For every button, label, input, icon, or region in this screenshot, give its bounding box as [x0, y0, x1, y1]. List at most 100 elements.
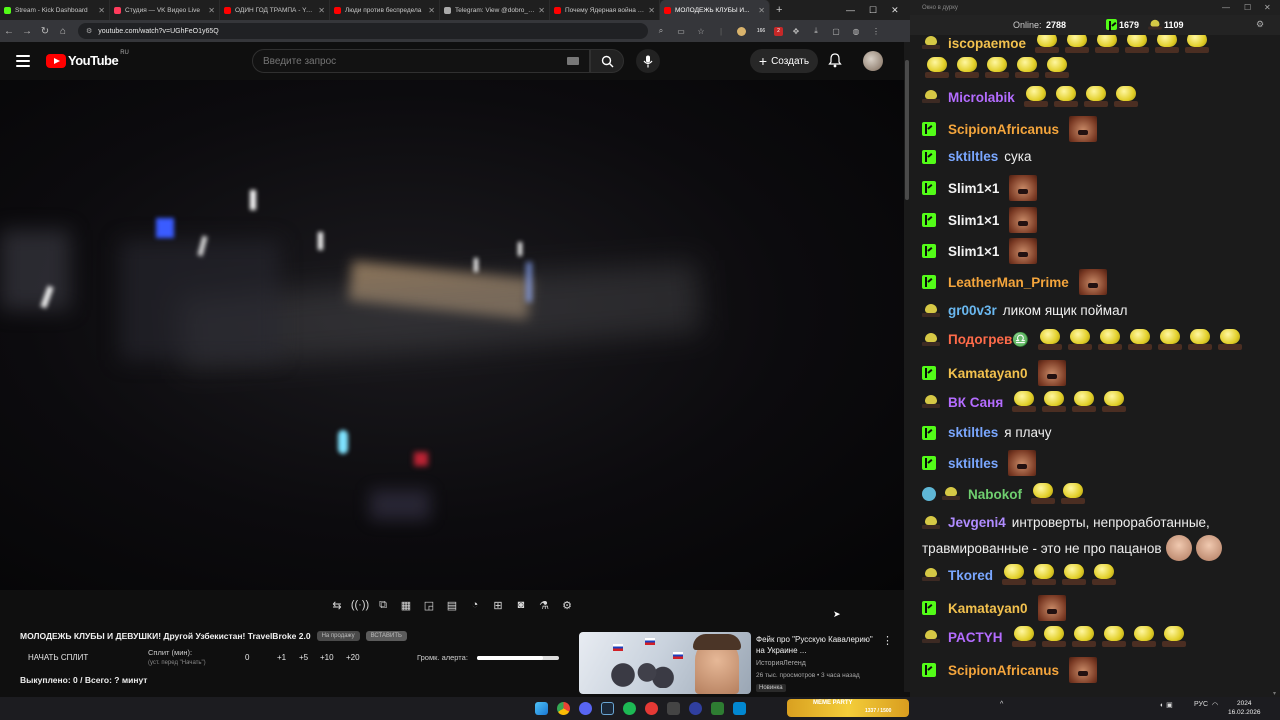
speed-gauge-icon[interactable]: ◔ [466, 596, 484, 614]
sale-pill[interactable]: На продажу [316, 631, 360, 641]
flask-icon[interactable]: ⚗ [535, 596, 553, 614]
split-value-0[interactable]: 0 [245, 653, 249, 662]
settings-gear-icon[interactable]: ⚙ [558, 596, 576, 614]
recommended-channel[interactable]: ИсторияЛегенд [756, 660, 806, 667]
site-info-icon[interactable]: ⚙ [86, 27, 92, 35]
download-icon[interactable]: ⤓ [809, 24, 823, 38]
tab-close-icon[interactable]: ✕ [538, 6, 545, 15]
close-icon[interactable]: ✕ [891, 5, 899, 16]
profile-icon[interactable]: ◍ [849, 24, 863, 38]
search-button[interactable] [590, 49, 624, 73]
input-language[interactable]: РУС [1194, 701, 1208, 708]
tab-close-icon[interactable]: ✕ [428, 6, 435, 15]
chat-username[interactable]: Slim1×1 [948, 244, 999, 259]
tab-close-icon[interactable]: ✕ [648, 6, 655, 15]
browser-tab[interactable]: Telegram: View @dobro_2ch ✕ [440, 0, 550, 20]
start-split-button[interactable]: НАЧАТЬ СПЛИТ [28, 653, 88, 662]
network-volume-icons[interactable]: ◠ [1212, 701, 1218, 709]
split-add-5[interactable]: +5 [299, 653, 308, 662]
spotify-icon[interactable] [623, 702, 636, 715]
reload-icon[interactable]: ↻ [36, 26, 54, 37]
chat-username[interactable]: gr00v3r [948, 303, 997, 318]
back-icon[interactable]: ← [0, 26, 18, 37]
chat-username[interactable]: PACTYH [948, 630, 1003, 645]
browser-tab[interactable]: ОДИН ГОД ТРАМПА - YouTube✕ [220, 0, 330, 20]
home-icon[interactable]: ⌂ [54, 26, 72, 37]
more-options-icon[interactable]: ⋮ [882, 634, 893, 647]
hamburger-menu-icon[interactable] [16, 55, 30, 67]
tab-close-icon[interactable]: ✕ [318, 6, 325, 15]
start-menu-icon[interactable] [535, 702, 548, 715]
chat-username[interactable]: Tkored [948, 568, 993, 583]
notifications-bell-icon[interactable] [828, 53, 842, 68]
bookmark-star-icon[interactable]: ☆ [694, 24, 708, 38]
chat-username[interactable]: LeatherMan_Prime [948, 275, 1069, 290]
youtube-logo[interactable]: YouTube RU [46, 50, 129, 68]
chat-username[interactable]: ВК Саня [948, 395, 1003, 410]
extension-badge-1[interactable]: 166 [754, 24, 768, 38]
chat-username[interactable]: iscopaemoe [948, 36, 1026, 51]
chat-username[interactable]: Slim1×1 [948, 213, 999, 228]
sheet-app-icon[interactable] [711, 702, 724, 715]
browser-tab[interactable]: Stream - Kick Dashboard ✕ [0, 0, 110, 20]
extension-coin-icon[interactable] [734, 24, 748, 38]
chat-username[interactable]: Kamatayan0 [948, 601, 1028, 616]
chat-username[interactable]: Microlabik [948, 90, 1015, 105]
maximize-icon[interactable]: ☐ [869, 5, 877, 16]
broadcast-icon[interactable]: ((·)) [351, 596, 369, 614]
screen-record-icon[interactable]: ⧉ [374, 596, 392, 614]
split-add-1[interactable]: +1 [277, 653, 286, 662]
picture-in-picture-icon[interactable]: ◲ [420, 596, 438, 614]
url-field[interactable]: ⚙ youtube.com/watch?v=UGhFeO1y65Q [78, 23, 648, 39]
tab-close-icon[interactable]: ✕ [208, 6, 215, 15]
subtitles-icon[interactable]: ▤ [443, 596, 461, 614]
browser-tab[interactable]: Студия — VK Видео Live ✕ [110, 0, 220, 20]
forward-icon[interactable]: → [18, 26, 36, 37]
recording-app-icon[interactable] [645, 702, 658, 715]
chat-username[interactable]: Nabokof [968, 487, 1022, 502]
screenshot-camera-icon[interactable]: ◙ [512, 596, 530, 614]
split-add-20[interactable]: +20 [346, 653, 360, 662]
chat-scroll-down-icon[interactable]: ▾ [1273, 690, 1276, 697]
zoom-icon[interactable]: ⌕ [654, 24, 668, 38]
chat-settings-icon[interactable]: ⚙ [1256, 19, 1264, 30]
chat-username[interactable]: sktiltles [948, 456, 998, 471]
video-player[interactable] [0, 80, 904, 590]
new-tab-icon[interactable]: + [770, 4, 788, 16]
extension-badge-2[interactable]: 2 [774, 26, 783, 36]
search-input[interactable] [263, 55, 553, 67]
tab-close-icon[interactable]: ✕ [98, 6, 105, 15]
taskbar-clock[interactable]: 2024 16.02.2026 [1228, 699, 1261, 717]
keyboard-icon[interactable] [567, 57, 579, 65]
chat-username[interactable]: sktiltles [948, 149, 998, 164]
chrome-icon[interactable] [557, 702, 570, 715]
steam-icon[interactable] [601, 702, 614, 715]
account-avatar[interactable] [863, 51, 883, 71]
browser-tab[interactable]: Почему Ядерная война уже...✕ [550, 0, 660, 20]
tray-chevron-icon[interactable]: ^ [1000, 701, 1003, 708]
browser-tab[interactable]: МОЛОДЕЖЬ КЛУБЫ И... ✕ [660, 0, 770, 20]
split-add-10[interactable]: +10 [320, 653, 334, 662]
meme-party-widget[interactable]: MEME PARTY 1337 / 1500 [787, 699, 909, 717]
chat-maximize-icon[interactable]: ☐ [1244, 3, 1251, 12]
chat-username[interactable]: Jevgeni4 [948, 515, 1006, 530]
controller-icon[interactable] [667, 702, 680, 715]
chat-username[interactable]: Подогрев♎ [948, 332, 1029, 348]
voice-search-button[interactable] [636, 49, 660, 73]
loop-icon[interactable]: ⇆ [328, 596, 346, 614]
cast-icon[interactable]: ▭ [674, 24, 688, 38]
chat-username[interactable]: ScipionAfricanus [948, 663, 1059, 678]
clapperboard-icon[interactable]: ▦ [397, 596, 415, 614]
tab-search-icon[interactable]: ▢ [829, 24, 843, 38]
media-player-icon[interactable] [689, 702, 702, 715]
telegram-icon[interactable] [733, 702, 746, 715]
minimize-icon[interactable]: — [846, 5, 855, 15]
add-clip-icon[interactable]: ⊞ [489, 596, 507, 614]
recommended-thumbnail[interactable] [579, 632, 751, 694]
chat-username[interactable]: Kamatayan0 [948, 366, 1028, 381]
chat-username[interactable]: Slim1×1 [948, 181, 999, 196]
chat-username[interactable]: sktiltles [948, 425, 998, 440]
chat-username[interactable]: ScipionAfricanus [948, 122, 1059, 137]
recommended-title[interactable]: Фейк про "Русскую Кавалерию" на Украине … [756, 634, 874, 656]
chat-close-icon[interactable]: ✕ [1264, 3, 1271, 12]
